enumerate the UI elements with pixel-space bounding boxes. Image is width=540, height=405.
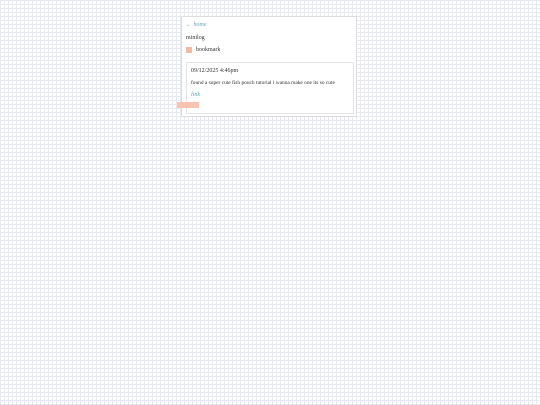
post-text: found a super cute fish pouch tutorial i… <box>191 80 335 86</box>
post-card: 09/12/2025 4:46pm found a super cute fis… <box>186 62 354 114</box>
accent-bar <box>177 102 199 108</box>
back-arrow-icon: ← <box>186 22 192 28</box>
back-home-link[interactable]: ← home <box>186 21 207 29</box>
bookmark-row[interactable]: bookmark <box>186 46 220 54</box>
post-timestamp: 09/12/2025 4:46pm <box>191 68 239 74</box>
page: { "nav": { "back_arrow": "\u2190", "back… <box>0 0 540 405</box>
entry-panel: ← home minilog bookmark 09/12/2025 4:46p… <box>181 16 357 117</box>
post-link[interactable]: link <box>191 91 200 99</box>
app-title: minilog <box>186 35 205 41</box>
bookmark-label: bookmark <box>196 47 221 53</box>
bookmark-icon <box>186 47 192 53</box>
back-home-label: home <box>193 22 207 28</box>
